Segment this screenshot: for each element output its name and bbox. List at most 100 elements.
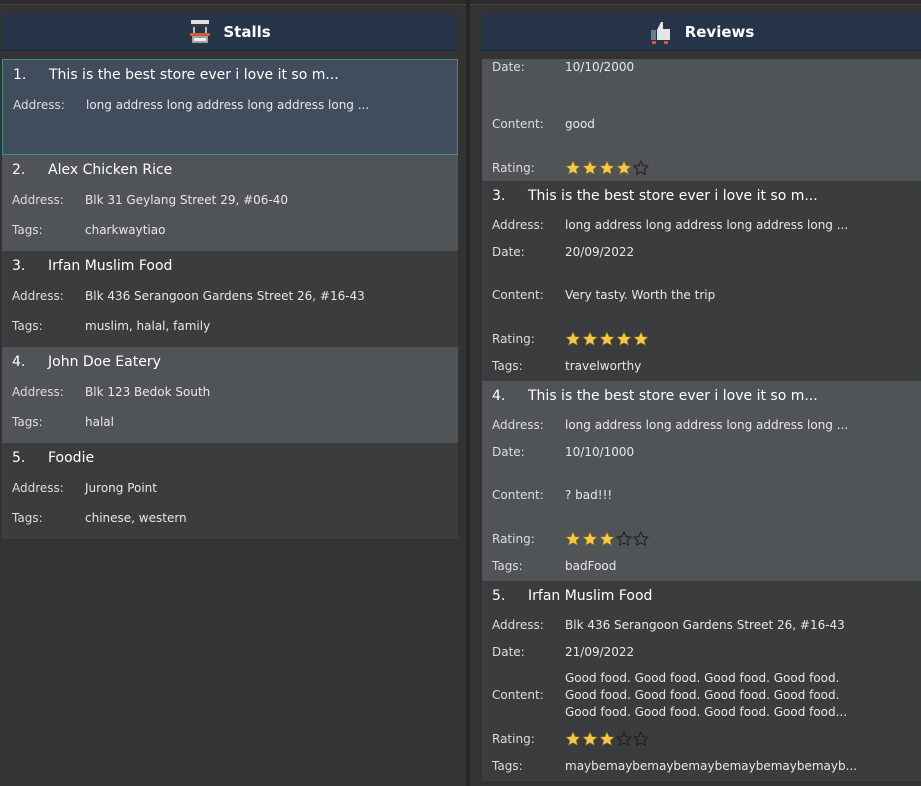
stall-address: Blk 436 Serangoon Gardens Street 26, #16…: [85, 289, 365, 303]
review-content-lines: Good food. Good food. Good food. Good fo…: [565, 670, 847, 721]
review-date: 10/10/2000: [565, 59, 635, 74]
review-stall-name: This is the best store ever i love it so…: [528, 188, 818, 204]
review-stall-name: This is the best store ever i love it so…: [528, 388, 818, 404]
content-label: Content:: [492, 488, 544, 502]
date-label: Date:: [492, 244, 525, 259]
review-index: 5.: [492, 588, 506, 604]
review-content: ? bad!!!: [565, 488, 613, 502]
review-date: 21/09/2022: [565, 644, 635, 659]
review-content: Very tasty. Worth the trip: [565, 288, 716, 302]
content-line: Good food. Good food. Good food. Good fo…: [565, 670, 840, 685]
review-card-4[interactable]: 4. This is the best store ever i love it…: [482, 381, 921, 581]
star-filled-icon: [582, 160, 598, 175]
review-date-row: Date: 10/10/1000: [492, 438, 911, 465]
tags-label: Tags:: [492, 558, 523, 573]
review-list[interactable]: Date: 10/10/2000 Content: good Rating: 3…: [482, 59, 921, 786]
review-content-row: Content: good: [492, 107, 911, 141]
star-filled-icon: [565, 330, 581, 346]
star-filled-icon: [599, 330, 615, 346]
star-empty-icon: [616, 530, 632, 546]
split-pane-divider[interactable]: [466, 0, 470, 786]
star-filled-icon: [582, 330, 598, 346]
stall-address: Jurong Point: [85, 481, 157, 495]
stall-address: Blk 123 Bedok South: [85, 385, 211, 399]
stall-address-row: Address: Blk 123 Bedok South: [12, 377, 448, 407]
review-stall-name: Irfan Muslim Food: [528, 588, 653, 604]
content-line: Good food. Good food. Good food. Good fo…: [565, 687, 840, 702]
stall-name: John Doe Eatery: [48, 354, 161, 370]
stall-name: Irfan Muslim Food: [48, 258, 173, 274]
review-tags-row: Tags: maybemaybemaybemaybemaybemaybemayb…: [492, 752, 911, 779]
date-label: Date:: [492, 644, 525, 659]
review-rating-row: Rating:: [492, 725, 911, 752]
star-empty-icon: [633, 160, 649, 176]
star-filled-icon: [633, 330, 649, 346]
stall-address-row: Address: Jurong Point: [12, 473, 448, 503]
stall-card-3[interactable]: 3. Irfan Muslim Food Address: Blk 436 Se…: [2, 251, 458, 347]
review-rating-row: Rating:: [492, 325, 911, 352]
stall-tags: chinese, western: [85, 511, 187, 525]
stall-title-row: 5. Foodie: [12, 443, 448, 473]
stall-address: long address long address long address l…: [86, 98, 370, 112]
review-tags: badFood: [565, 558, 617, 573]
stall-card-2[interactable]: 2. Alex Chicken Rice Address: Blk 31 Gey…: [2, 155, 458, 251]
star-empty-icon: [633, 730, 649, 746]
stall-tags-row: Tags: muslim, halal, family: [12, 311, 448, 341]
address-label: Address:: [492, 617, 544, 632]
stall-name: Foodie: [48, 450, 95, 466]
review-address: long address long address long address l…: [565, 217, 849, 232]
address-label: Address:: [12, 193, 64, 207]
rating-stars: [565, 330, 650, 347]
address-label: Address:: [492, 217, 544, 232]
address-label: Address:: [492, 417, 544, 432]
review-date-row: Date: 20/09/2022: [492, 238, 911, 265]
stall-tags: halal: [85, 415, 114, 429]
review-card-partial[interactable]: Date: 10/10/2000 Content: good Rating:: [482, 59, 921, 181]
star-filled-icon: [565, 530, 581, 546]
date-label: Date:: [492, 59, 525, 74]
review-date: 20/09/2022: [565, 244, 635, 259]
review-title-row: 5. Irfan Muslim Food: [492, 581, 911, 611]
star-filled-icon: [616, 330, 632, 346]
review-date-row: Date: 21/09/2022: [492, 638, 911, 665]
rating-label: Rating:: [492, 531, 535, 546]
star-filled-icon: [582, 730, 598, 746]
review-card-5[interactable]: 5. Irfan Muslim Food Address: Blk 436 Se…: [482, 581, 921, 781]
address-label: Address:: [12, 289, 64, 303]
review-address-row: Address: long address long address long …: [492, 211, 911, 238]
stall-index: 5.: [12, 450, 26, 466]
star-filled-icon: [565, 730, 581, 746]
stall-card-4[interactable]: 4. John Doe Eatery Address: Blk 123 Bedo…: [2, 347, 458, 443]
rating-stars: [565, 160, 650, 176]
review-address-row: Address: long address long address long …: [492, 411, 911, 438]
food-stall-icon: [189, 19, 211, 45]
thumbs-up-icon: [649, 19, 673, 45]
review-rating-row: Rating:: [492, 151, 911, 181]
stall-card-1[interactable]: 1. This is the best store ever i love it…: [2, 59, 458, 155]
tags-label: Tags:: [12, 319, 43, 333]
stall-tags-row: Tags: chinese, western: [12, 503, 448, 533]
stall-address: Blk 31 Geylang Street 29, #06-40: [85, 193, 289, 207]
stall-title-row: 3. Irfan Muslim Food: [12, 251, 448, 281]
review-tags-row: Tags: travelworthy: [492, 352, 911, 379]
star-empty-icon: [616, 730, 632, 746]
stall-address-row: Address: Blk 31 Geylang Street 29, #06-4…: [12, 185, 448, 215]
stall-address-row: Address: long address long address long …: [13, 90, 447, 120]
stall-title-row: 2. Alex Chicken Rice: [12, 155, 448, 185]
stall-tags: charkwaytiao: [85, 223, 166, 237]
tags-label: Tags:: [12, 223, 43, 237]
rating-stars: [565, 530, 650, 547]
stall-list[interactable]: 1. This is the best store ever i love it…: [2, 59, 458, 786]
review-address-row: Address: Blk 436 Serangoon Gardens Stree…: [492, 611, 911, 638]
stalls-panel: Stalls 1. This is the best store ever i …: [2, 14, 458, 786]
tags-label: Tags:: [12, 415, 43, 429]
address-label: Address:: [13, 98, 65, 112]
stall-tags-row: Tags: halal: [12, 407, 448, 437]
review-tags: travelworthy: [565, 358, 642, 373]
date-label: Date:: [492, 444, 525, 459]
review-card-3[interactable]: 3. This is the best store ever i love it…: [482, 181, 921, 381]
stall-card-5[interactable]: 5. Foodie Address: Jurong Point Tags: ch…: [2, 443, 458, 539]
star-filled-icon: [599, 160, 615, 175]
star-filled-icon: [616, 160, 632, 175]
content-label: Content:: [492, 117, 544, 131]
